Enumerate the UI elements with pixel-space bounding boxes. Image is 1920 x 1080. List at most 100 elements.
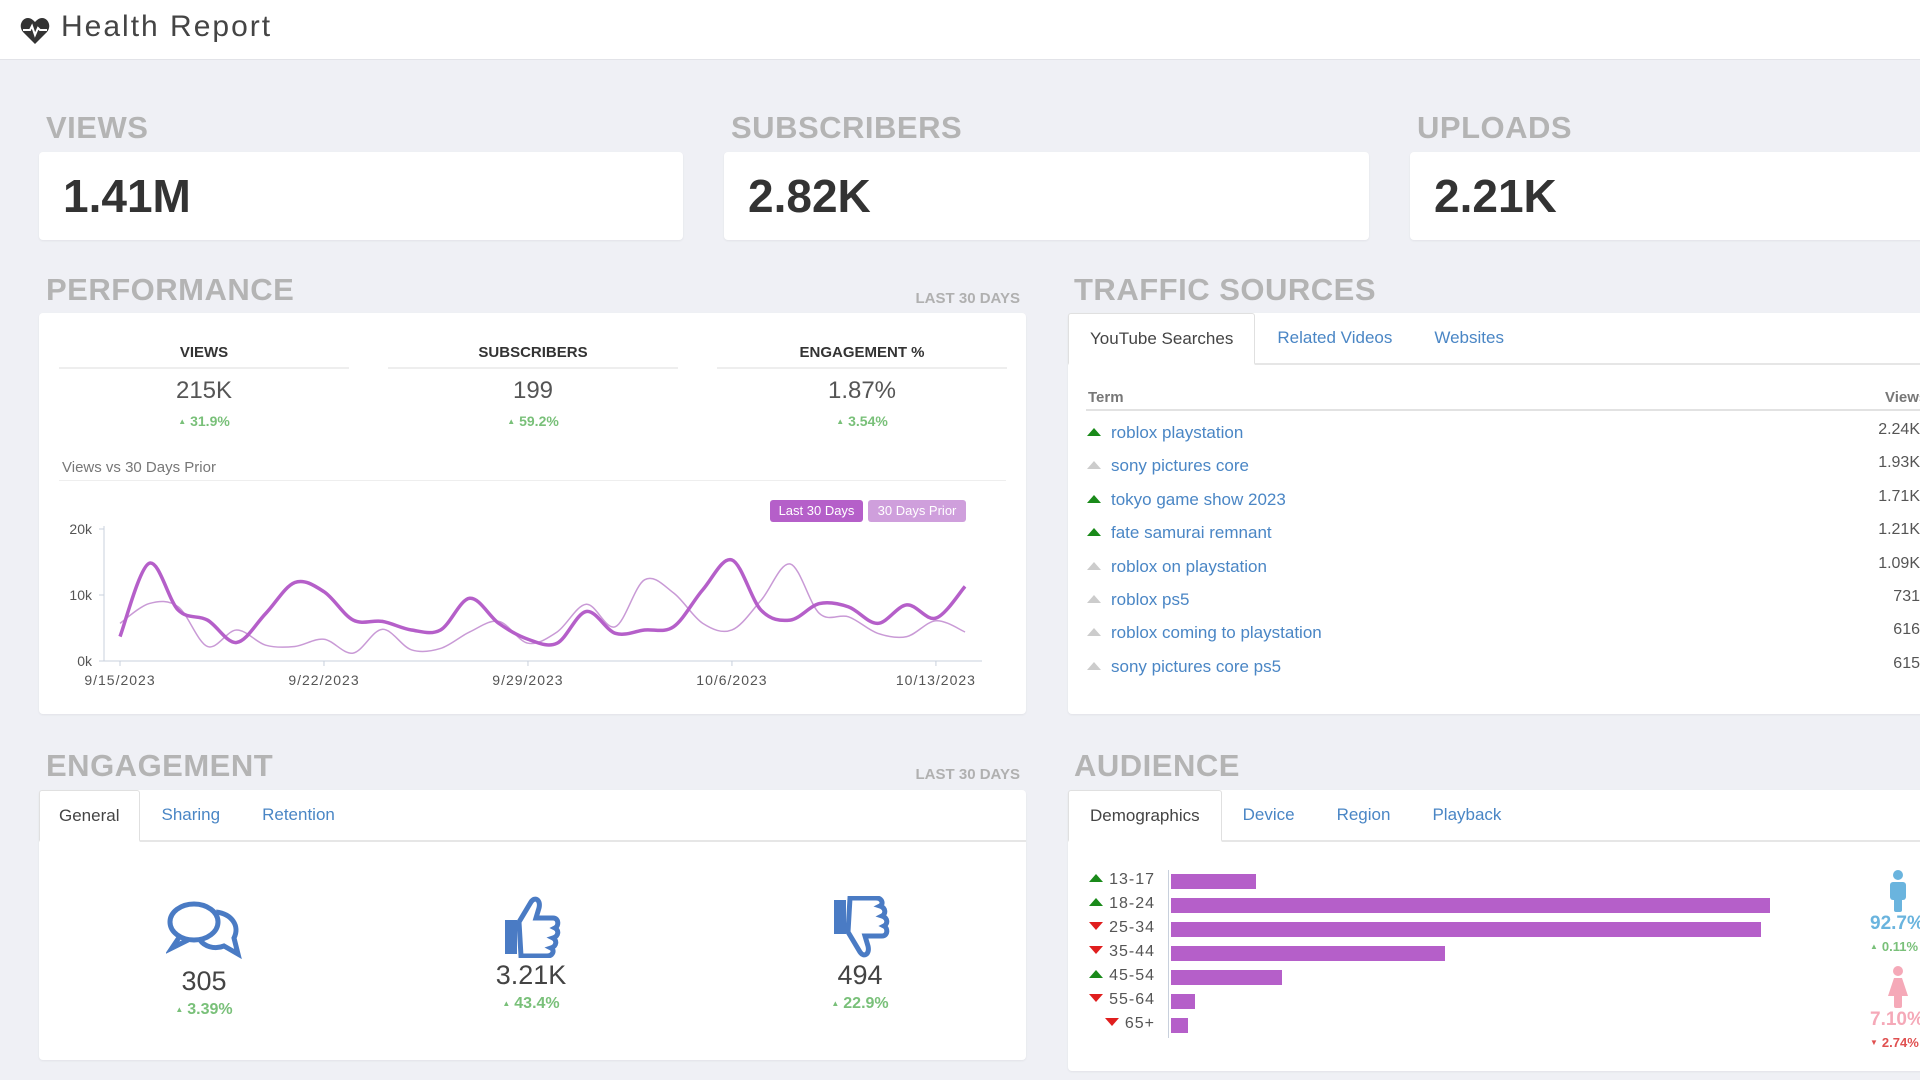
trend-neutral-icon [1087, 661, 1101, 670]
trend-up-icon [1089, 874, 1104, 882]
term-views: 2.24K [1878, 421, 1920, 438]
table-row[interactable]: fate samurai remnant [1087, 521, 1272, 545]
likes-metric: 3.21K 43.4% [431, 960, 631, 1013]
age-group: 35-44 [1109, 943, 1155, 960]
down-arrow-icon: ▼ [1870, 1038, 1878, 1047]
female-change: ▼ 2.74% [1870, 1035, 1919, 1050]
term-link[interactable]: sony pictures core [1111, 456, 1249, 475]
age-axis [1168, 870, 1169, 1038]
trend-neutral-icon [1087, 561, 1101, 570]
age-label: 45-54 [1045, 967, 1155, 985]
term-link[interactable]: roblox coming to playstation [1111, 623, 1322, 642]
tab-playback[interactable]: Playback [1411, 790, 1522, 840]
age-label: 65+ [1045, 1015, 1155, 1033]
thumbs-up-icon [505, 896, 561, 958]
term-link[interactable]: roblox ps5 [1111, 590, 1189, 609]
table-row[interactable]: sony pictures core [1087, 454, 1249, 478]
table-row[interactable]: tokyo game show 2023 [1087, 488, 1286, 512]
term-views: 731 [1893, 588, 1920, 605]
age-bar[interactable] [1171, 922, 1762, 937]
table-row[interactable]: roblox on playstation [1087, 555, 1267, 579]
female-change-value: 2.74% [1881, 1035, 1919, 1050]
male-percent: 92.7% [1870, 913, 1920, 934]
trend-neutral-icon [1087, 595, 1101, 603]
male-change: 0.11% [1870, 939, 1918, 954]
series-last-30-days-line [118, 558, 967, 647]
age-bar[interactable] [1171, 898, 1770, 913]
trend-up-icon [1087, 428, 1101, 436]
age-label: 18-24 [1045, 895, 1155, 913]
x-tick-label: 9/22/2023 [288, 672, 359, 688]
female-percent: 7.10% [1870, 1009, 1920, 1030]
engagement-title: ENGAGEMENT [46, 748, 274, 783]
age-group: 45-54 [1109, 967, 1155, 984]
engagement-tabs: General Sharing Retention [39, 790, 1026, 842]
comments-change: 3.39% [104, 1001, 304, 1019]
thumbs-down-icon [834, 896, 890, 958]
column-term[interactable]: Term [1088, 389, 1124, 406]
series-30-days-prior-line [119, 563, 966, 654]
x-tick-label: 9/15/2023 [84, 672, 155, 688]
age-label: 35-44 [1045, 943, 1155, 961]
table-header-divider [1086, 409, 1920, 411]
tab-websites[interactable]: Websites [1413, 313, 1525, 363]
likes-change: 43.4% [431, 995, 631, 1013]
y-tick-label: 20k [69, 521, 93, 537]
table-row[interactable]: roblox playstation [1087, 421, 1243, 445]
trend-neutral-icon [1087, 461, 1101, 470]
table-row[interactable]: roblox coming to playstation [1087, 621, 1322, 645]
term-views: 1.71K [1878, 487, 1920, 505]
age-label: 13-17 [1045, 871, 1155, 889]
comments-metric: 305 3.39% [104, 966, 304, 1019]
tab-youtube-searches[interactable]: YouTube Searches [1068, 313, 1256, 365]
trend-down-icon [1104, 1018, 1119, 1026]
dislikes-metric: 494 22.9% [760, 960, 960, 1013]
trend-up-icon [1089, 970, 1104, 978]
x-tick-label: 10/6/2023 [696, 672, 767, 688]
term-link[interactable]: fate samurai remnant [1111, 523, 1272, 542]
dislikes-value: 494 [837, 960, 883, 990]
tab-device[interactable]: Device [1222, 790, 1316, 840]
tab-general[interactable]: General [39, 790, 141, 842]
trend-up-icon [1089, 898, 1104, 906]
dislikes-change: 22.9% [760, 995, 960, 1013]
x-tick-label: 10/13/2023 [896, 672, 976, 688]
uploads-total-value: 2.21K [1434, 170, 1557, 222]
term-link[interactable]: roblox on playstation [1111, 557, 1267, 576]
audience-title: AUDIENCE [1074, 748, 1240, 783]
uploads-total-label: UPLOADS [1417, 110, 1573, 145]
age-bar[interactable] [1171, 946, 1445, 961]
x-tick-label: 9/29/2023 [492, 672, 563, 688]
column-views[interactable]: Views [1885, 389, 1920, 406]
term-views: 616 [1893, 621, 1920, 639]
comments-value: 305 [181, 966, 227, 996]
trend-up-icon [1087, 528, 1101, 537]
age-bar[interactable] [1171, 970, 1282, 985]
term-link[interactable]: sony pictures core ps5 [1111, 657, 1281, 676]
uploads-total-card: 2.21K [1410, 152, 1920, 240]
term-views: 1.93K [1878, 454, 1920, 472]
age-bar[interactable] [1171, 1018, 1189, 1033]
traffic-tabs: YouTube Searches Related Videos Websites [1068, 313, 1920, 365]
trend-down-icon [1089, 946, 1104, 954]
table-row[interactable]: roblox ps5 [1087, 588, 1189, 612]
term-views: 1.09K [1878, 554, 1920, 572]
tab-sharing[interactable]: Sharing [140, 790, 241, 840]
term-link[interactable]: tokyo game show 2023 [1111, 490, 1286, 509]
age-bar[interactable] [1171, 874, 1257, 889]
tab-demographics[interactable]: Demographics [1068, 790, 1222, 842]
y-tick-label: 10k [69, 587, 93, 603]
trend-neutral-icon [1087, 628, 1101, 637]
age-label: 25-34 [1045, 919, 1155, 937]
tab-retention[interactable]: Retention [241, 790, 356, 840]
age-label: 55-64 [1045, 991, 1155, 1009]
age-group: 13-17 [1109, 871, 1155, 888]
likes-value: 3.21K [495, 960, 567, 990]
table-row[interactable]: sony pictures core ps5 [1087, 655, 1281, 679]
term-link[interactable]: roblox playstation [1111, 423, 1243, 442]
male-icon [1890, 870, 1906, 912]
tab-region[interactable]: Region [1316, 790, 1412, 840]
term-views: 1.21K [1878, 521, 1920, 539]
tab-related-videos[interactable]: Related Videos [1255, 313, 1413, 363]
age-bar[interactable] [1171, 994, 1195, 1009]
